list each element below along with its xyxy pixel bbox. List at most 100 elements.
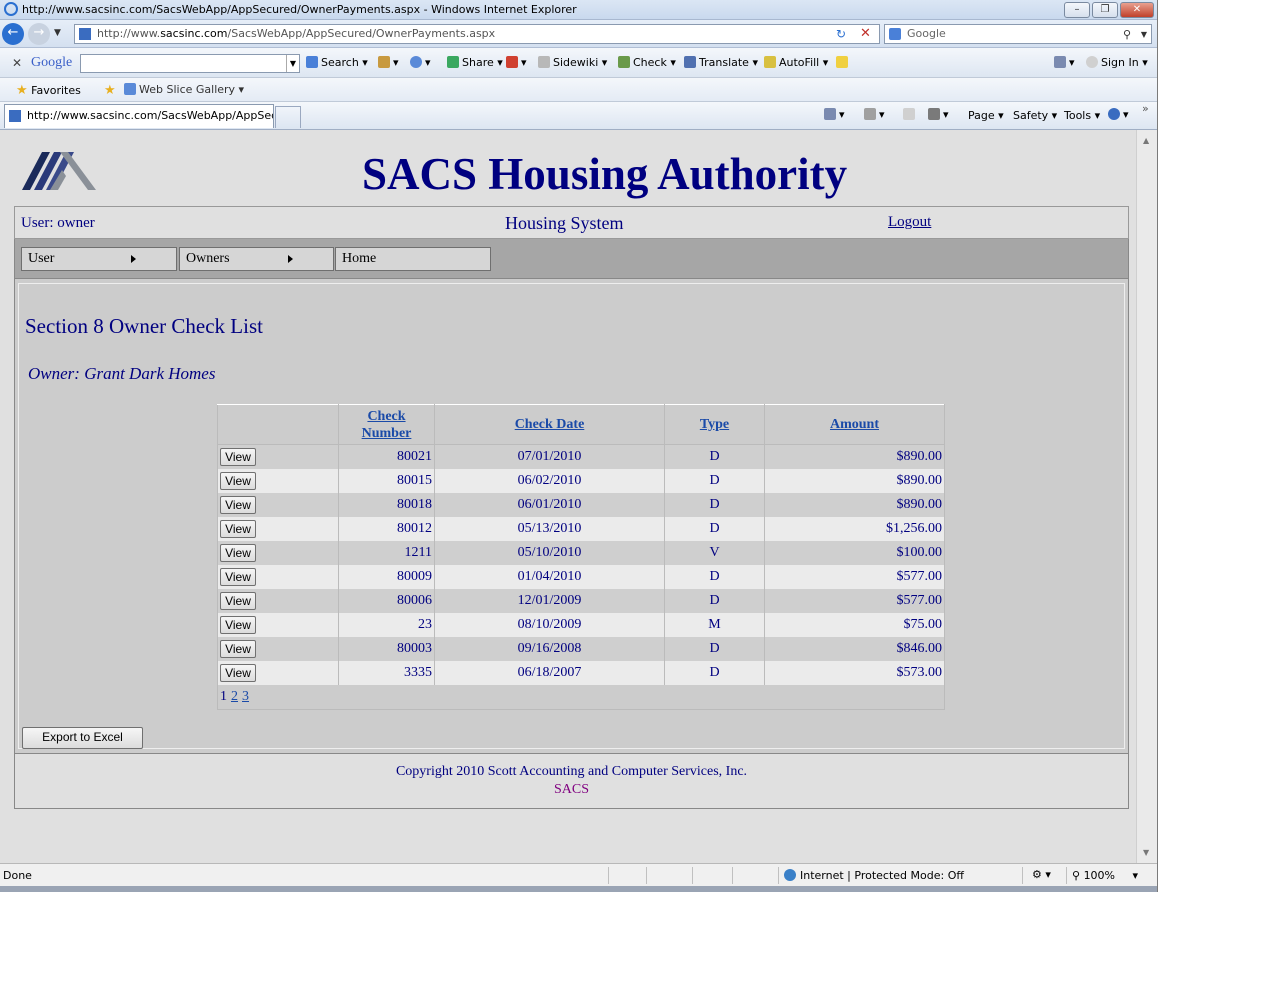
table-row: View 23 08/10/2009 M $75.00 [217,613,945,637]
page-menu[interactable]: Page ▾ [968,109,1004,122]
menu-item-home[interactable]: Home [335,247,491,271]
toolbar-autofill-label: AutoFill [779,56,820,69]
toolbar-close-icon[interactable]: ✕ [12,56,22,70]
wrench-icon[interactable]: ▾ [1054,56,1075,69]
scroll-up-icon[interactable]: ▲ [1143,136,1149,145]
safety-menu[interactable]: Safety ▾ [1013,109,1057,122]
home-glyph-icon [824,108,836,120]
chevron-more-icon[interactable]: » [1142,102,1149,115]
close-button[interactable]: ✕ [1120,2,1154,18]
search-box[interactable]: Google ⚲ ▼ [884,24,1152,44]
amount-cell: $577.00 [764,565,945,589]
type-cell: D [664,565,765,589]
bookmarks-icon[interactable]: ▾ [378,56,399,69]
zoom-control[interactable]: ⚲ 100% ▾ [1072,869,1138,882]
translate-icon [684,56,696,68]
view-button[interactable]: View [220,616,256,634]
plus-icon[interactable]: ▾ [410,56,431,69]
title-bar: http://www.sacsinc.com/SacsWebApp/AppSec… [0,0,1157,20]
refresh-icon[interactable]: ↻ [836,27,846,41]
mail-glyph-icon [903,108,915,120]
tools-menu[interactable]: Tools ▾ [1064,109,1100,122]
history-dropdown-icon[interactable]: ▼ [54,28,61,38]
view-button[interactable]: View [220,640,256,658]
view-button[interactable]: View [220,568,256,586]
check-date-cell: 07/01/2010 [434,444,665,469]
view-button[interactable]: View [220,664,256,682]
menu-item-user[interactable]: User [21,247,177,271]
print-icon[interactable]: ▾ [928,108,949,121]
favorites-label: Favorites [31,84,81,97]
page-2-link[interactable]: 2 [231,689,238,704]
browser-window: http://www.sacsinc.com/SacsWebApp/AppSec… [0,0,1158,892]
pager-row: 123 [217,685,945,710]
view-button[interactable]: View [220,592,256,610]
add-favorite-icon[interactable]: ★ [104,83,116,98]
scroll-down-icon[interactable]: ▼ [1143,848,1149,857]
favorites-button[interactable]: ★ Favorites [16,83,81,98]
toolbar-search-label: Search [321,56,359,69]
view-button[interactable]: View [220,520,256,538]
page-3-link[interactable]: 3 [242,689,249,704]
security-zone[interactable]: Internet | Protected Mode: Off [800,869,964,882]
amount-cell: $577.00 [764,589,945,613]
google-toolbar-input[interactable]: ▼ [80,54,300,73]
stop-icon[interactable]: ✕ [860,26,871,41]
check-date-cell: 09/16/2008 [434,637,665,661]
google-input-dropdown-icon[interactable]: ▼ [286,55,299,72]
amount-cell: $890.00 [764,444,945,469]
check-number-cell: 80003 [338,637,435,661]
minimize-button[interactable]: – [1064,2,1090,18]
type-cell: D [664,493,765,517]
toolbar-sidewiki-button[interactable]: Sidewiki ▾ [538,56,607,69]
address-domain: sacsinc.com [160,27,228,40]
amount-cell: $1,256.00 [764,517,945,541]
toolbar-signin-label: Sign In [1101,56,1139,69]
col-check-date[interactable]: Check Date [434,404,665,445]
address-row: ← → ▼ http://www.sacsinc.com/SacsWebApp/… [0,20,1157,48]
col-type[interactable]: Type [664,404,765,445]
back-button[interactable]: ← [2,23,24,45]
help-icon[interactable]: ▾ [1108,108,1129,121]
view-button[interactable]: View [220,472,256,490]
search-magnifier-icon[interactable]: ⚲ [1123,26,1131,44]
block-popup-icon[interactable]: ▾ [506,56,527,69]
col-amount[interactable]: Amount [764,404,945,445]
toolbar-check-button[interactable]: Check ▾ [618,56,676,69]
view-button[interactable]: View [220,448,256,466]
forward-button[interactable]: → [28,23,50,45]
logout-link[interactable]: Logout [888,214,931,231]
feeds-icon[interactable]: ▾ [864,108,885,121]
autofill-icon [764,56,776,68]
address-bar[interactable]: http://www.sacsinc.com/SacsWebApp/AppSec… [74,24,880,44]
restore-button[interactable]: ❐ [1092,2,1118,18]
ie-logo-icon [4,2,18,16]
toolbar-search-button[interactable]: Search ▾ [306,56,368,69]
status-text: Done [3,869,32,882]
vertical-scrollbar[interactable]: ▲ ▼ [1136,130,1157,863]
main-panel-inner: Section 8 Owner Check List Owner: Grant … [18,283,1125,749]
printer-glyph-icon [928,108,940,120]
home-icon[interactable]: ▾ [824,108,845,121]
toolbar-autofill-button[interactable]: AutoFill ▾ [764,56,828,69]
highlight-icon[interactable] [836,56,851,69]
export-to-excel-button[interactable]: Export to Excel [22,727,143,749]
toolbar-signin-button[interactable]: Sign In ▾ [1086,56,1148,69]
tools-menu-label: Tools [1064,109,1092,122]
col-check-number-line2: Number [361,425,412,441]
view-button[interactable]: View [220,496,256,514]
mail-icon[interactable] [903,108,918,121]
web-slice-gallery-link[interactable]: Web Slice Gallery ▾ [124,83,244,96]
tab-current[interactable]: http://www.sacsinc.com/SacsWebApp/AppSec… [4,104,274,128]
new-tab-button[interactable] [275,106,301,128]
toolbar-translate-button[interactable]: Translate ▾ [684,56,758,69]
protected-mode-icon[interactable]: ⚙ ▾ [1032,868,1051,881]
col-check-number[interactable]: Check Number [338,404,435,445]
check-date-cell: 08/10/2009 [434,613,665,637]
main-panel: Section 8 Owner Check List Owner: Grant … [14,279,1129,755]
toolbar-share-button[interactable]: Share ▾ [447,56,503,69]
menu-item-owners[interactable]: Owners [179,247,334,271]
view-button[interactable]: View [220,544,256,562]
address-path: /SacsWebApp/AppSecured/OwnerPayments.asp… [227,27,496,40]
search-options-icon[interactable]: ▼ [1141,26,1147,44]
